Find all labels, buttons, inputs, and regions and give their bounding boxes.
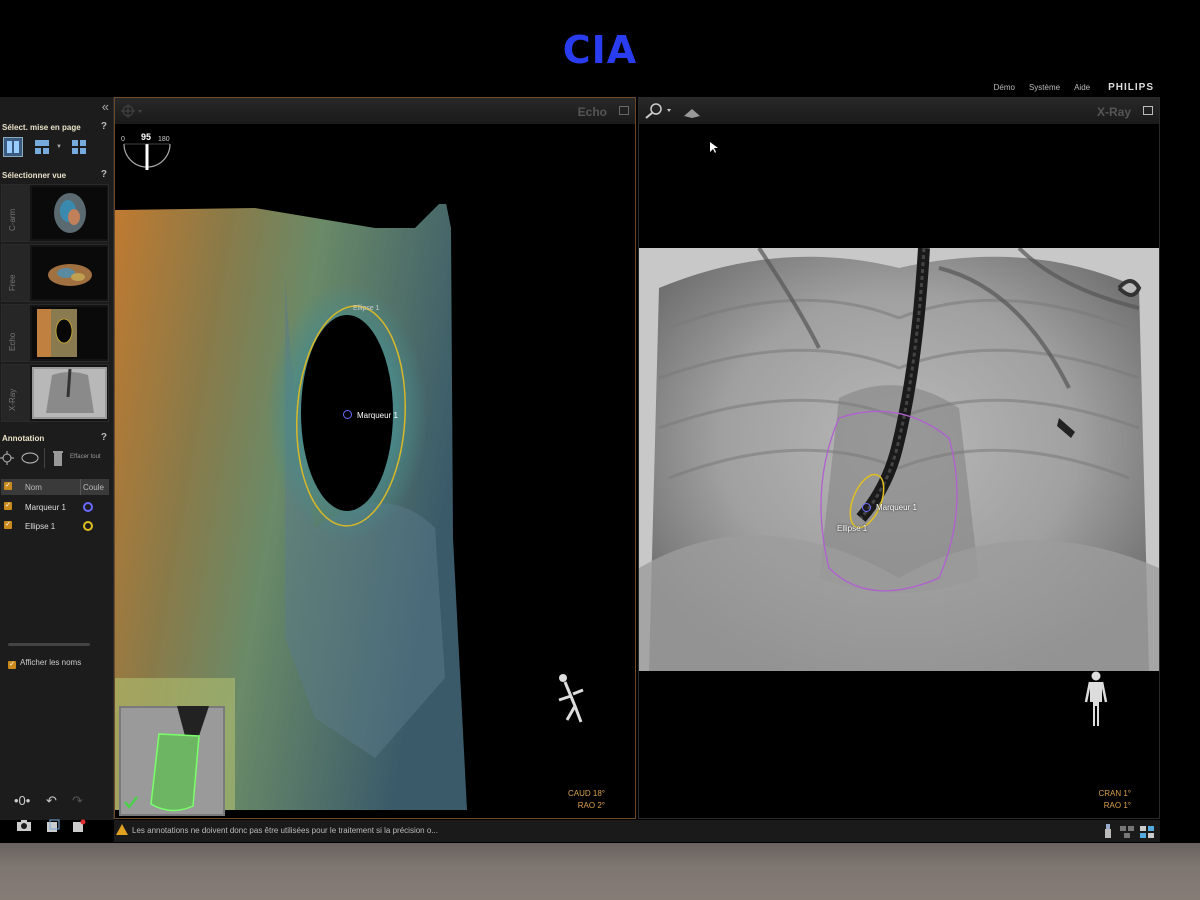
column-name: Nom xyxy=(25,483,42,492)
echo-orientation-line1: CAUD 18° xyxy=(568,789,605,798)
header-checkbox[interactable]: ✓ xyxy=(4,482,12,490)
center-marker-icon[interactable]: •0• xyxy=(14,793,30,808)
trash-icon[interactable] xyxy=(52,449,64,472)
show-names-label: Afficher les noms xyxy=(20,658,82,667)
menu-aide[interactable]: Aide xyxy=(1074,83,1090,92)
undo-icon[interactable]: ↶ xyxy=(46,793,57,809)
xray-marker-label: Marqueur 1 xyxy=(876,503,917,512)
marker-color-icon[interactable] xyxy=(83,502,93,512)
echo-marker-label: Marqueur 1 xyxy=(357,411,398,420)
camera-icon[interactable] xyxy=(16,819,32,834)
left-panel: « Sélect. mise en page ? ▼ Sélectionner … xyxy=(0,97,114,832)
menu-systeme[interactable]: Système xyxy=(1029,83,1060,92)
view-item-xray[interactable]: X-Ray xyxy=(1,364,109,422)
echo-thumbnail xyxy=(32,307,107,359)
echo-ellipse-label: Ellipse 1 xyxy=(353,305,380,312)
layout-four-panel-button[interactable] xyxy=(69,137,89,157)
record-icon[interactable] xyxy=(72,819,86,836)
warning-icon xyxy=(116,824,128,835)
view-section-title: Sélectionner vue xyxy=(2,171,67,180)
echo-viewport[interactable]: Echo 0 95 180 Ellipse 1 Marqueur 1 CAUD … xyxy=(114,97,636,819)
echo-orientation-line2: RAO 2° xyxy=(577,801,605,810)
xray-viewport[interactable]: X-Ray Marqueur 1 Ellipse 1 CRAN 1° RAO 1… xyxy=(638,97,1160,819)
ellipse-color-icon[interactable] xyxy=(83,521,93,531)
echo-marker-icon[interactable] xyxy=(343,410,352,419)
crosshair-tool-icon[interactable] xyxy=(121,104,143,123)
table-row[interactable]: ✓ Marqueur 1 xyxy=(1,499,109,515)
zoom-tool-icon[interactable] xyxy=(643,103,673,124)
free-thumbnail xyxy=(32,247,107,299)
xray-thumbnail xyxy=(32,367,107,419)
column-color: Coule xyxy=(83,483,104,492)
status-message: Les annotations ne doivent donc pas être… xyxy=(132,826,438,835)
show-names-toggle[interactable]: ✓ Afficher les noms xyxy=(8,658,82,669)
volume-tool-icon[interactable] xyxy=(683,106,701,124)
network-icon[interactable] xyxy=(1120,825,1134,843)
layout-section-title: Sélect. mise en page xyxy=(2,123,81,132)
row-name: Marqueur 1 xyxy=(25,503,66,512)
view-help-button[interactable]: ? xyxy=(101,169,107,180)
layout-two-columns-button[interactable] xyxy=(3,137,23,157)
inset-preview[interactable] xyxy=(119,706,225,816)
display-icon[interactable] xyxy=(1140,825,1154,843)
brand-logo: PHILIPS xyxy=(1108,82,1154,93)
clear-all-button[interactable]: Effacer tout xyxy=(70,454,101,460)
layout-dropdown-icon[interactable]: ▼ xyxy=(56,144,62,150)
row-checkbox[interactable]: ✓ xyxy=(4,502,12,510)
dial-min: 0 xyxy=(121,136,125,143)
status-bar: Les annotations ne doivent donc pas être… xyxy=(114,820,1160,842)
view-item-free[interactable]: Free xyxy=(1,244,109,302)
dial-max: 180 xyxy=(158,136,170,143)
view-label-free: Free xyxy=(8,274,17,291)
annotation-help-button[interactable]: ? xyxy=(101,432,107,443)
xray-image xyxy=(639,248,1159,671)
horizontal-scrollbar[interactable] xyxy=(8,643,90,646)
layout-three-panel-button[interactable] xyxy=(32,137,52,157)
xray-orientation-readout: CRAN 1° RAO 1° xyxy=(1098,788,1131,812)
annotation-table-header: ✓ Nom Coule xyxy=(1,479,109,495)
annotation-section-title: Annotation xyxy=(2,434,45,443)
xray-ellipse-label: Ellipse 1 xyxy=(837,524,868,533)
view-item-carm[interactable]: C-arm xyxy=(1,184,109,242)
echo-view-label: Echo xyxy=(577,105,607,119)
view-label-echo: Echo xyxy=(8,332,17,351)
patient-orientation-icon xyxy=(558,674,584,723)
marker-tool-icon[interactable] xyxy=(0,451,14,470)
xray-maximize-button[interactable] xyxy=(1143,106,1153,115)
menu-demo[interactable]: Démo xyxy=(994,83,1015,92)
export-icon[interactable] xyxy=(46,819,60,836)
row-name: Ellipse 1 xyxy=(25,522,56,531)
echo-viewport-header: Echo xyxy=(115,98,635,124)
layout-help-button[interactable]: ? xyxy=(101,121,107,132)
xray-orientation-line1: CRAN 1° xyxy=(1098,789,1131,798)
slide-title: CIA xyxy=(562,28,638,72)
echo-orientation-readout: CAUD 18° RAO 2° xyxy=(568,788,605,812)
patient-standing-icon xyxy=(1084,671,1108,726)
mouse-cursor-icon xyxy=(710,142,718,153)
probe-icon[interactable] xyxy=(1104,824,1112,843)
table-row[interactable]: ✓ Ellipse 1 xyxy=(1,518,109,534)
xray-marker-icon[interactable] xyxy=(862,503,871,512)
carm-thumbnail xyxy=(32,187,107,239)
show-names-checkbox[interactable]: ✓ xyxy=(8,661,16,669)
row-checkbox[interactable]: ✓ xyxy=(4,521,12,529)
xray-view-label: X-Ray xyxy=(1096,105,1131,119)
redo-icon[interactable]: ↷ xyxy=(72,793,83,809)
collapse-panel-icon[interactable]: « xyxy=(102,99,109,114)
view-label-carm: C-arm xyxy=(8,208,17,231)
xray-viewport-header: X-Ray xyxy=(639,98,1159,124)
dial-value: 95 xyxy=(141,132,152,142)
top-menu: Démo Système Aide PHILIPS xyxy=(994,82,1154,93)
xray-orientation-line2: RAO 1° xyxy=(1103,801,1131,810)
ellipse-tool-icon[interactable] xyxy=(20,451,40,470)
slide-bottom-band xyxy=(0,843,1200,900)
annotation-toolbar: Effacer tout xyxy=(0,448,110,470)
view-label-xray: X-Ray xyxy=(8,388,17,411)
view-item-echo[interactable]: Echo xyxy=(1,304,109,362)
echo-maximize-button[interactable] xyxy=(619,106,629,115)
